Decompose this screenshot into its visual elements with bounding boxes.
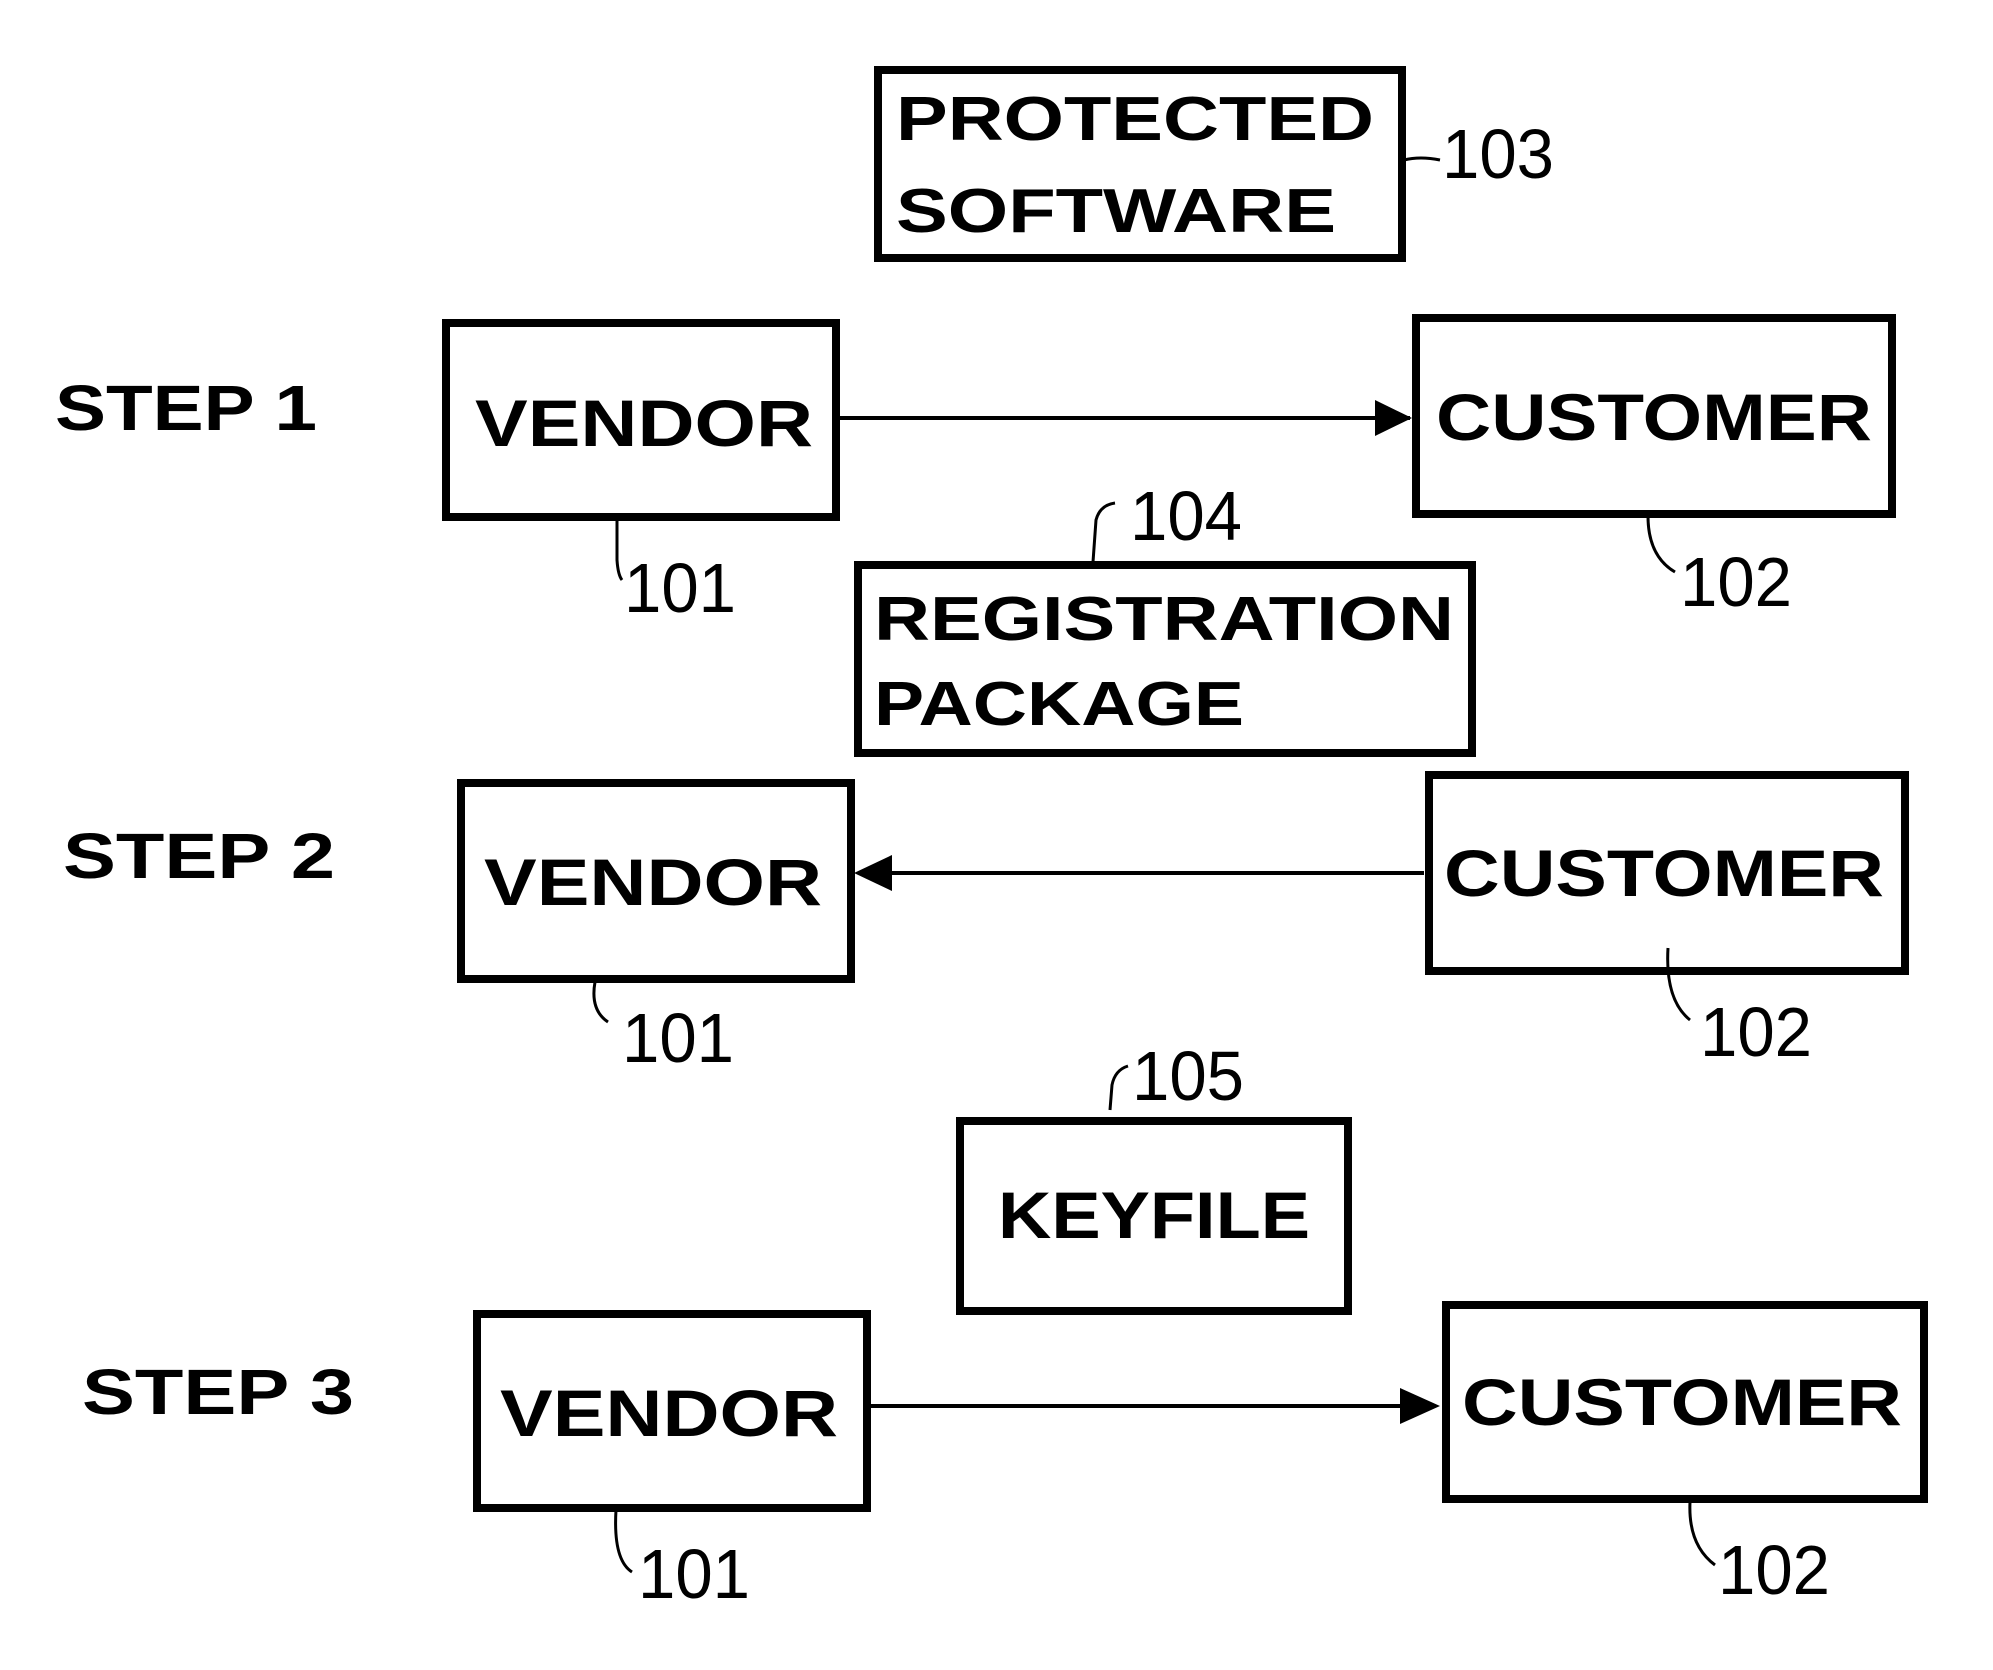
ref-101-label: 101 [624, 549, 736, 627]
protected-software-node: PROTECTED SOFTWARE 103 [874, 66, 1554, 262]
step-2: STEP 2 VENDOR 101 CUSTOMER 102 [63, 771, 1909, 1077]
ref-102-leader [1688, 1501, 1716, 1567]
vendor-label: VENDOR [475, 386, 813, 460]
arrowhead-icon [1375, 400, 1412, 436]
ref-102-label: 102 [1718, 1531, 1830, 1609]
keyfile-label: KEYFILE [998, 1178, 1310, 1252]
ref-103-label: 103 [1442, 115, 1554, 193]
step-1-label: STEP 1 [55, 372, 317, 444]
ref-104-leader [1091, 501, 1116, 563]
customer-label: CUSTOMER [1444, 836, 1884, 910]
diagram-svg: PROTECTED SOFTWARE 103 STEP 1 VENDOR 101… [55, 66, 1928, 1613]
ref-105-leader [1108, 1064, 1129, 1111]
vendor-label: VENDOR [484, 845, 822, 919]
diagram-canvas: PROTECTED SOFTWARE 103 STEP 1 VENDOR 101… [0, 0, 1993, 1670]
ref-101-leader [614, 1509, 633, 1574]
arrowhead-icon [1400, 1388, 1440, 1424]
step-3-label: STEP 3 [82, 1356, 354, 1428]
ref-101-label: 101 [638, 1535, 750, 1613]
ref-105-label: 105 [1132, 1037, 1244, 1115]
step-2-label: STEP 2 [63, 820, 335, 892]
step-3: STEP 3 VENDOR 101 CUSTOMER 102 [82, 1301, 1928, 1613]
ref-104-label: 104 [1130, 477, 1242, 555]
vendor-label: VENDOR [500, 1376, 838, 1450]
registration-package-node: REGISTRATION PACKAGE 104 [854, 477, 1476, 757]
ref-102-leader [1646, 515, 1676, 574]
arrowhead-icon [854, 855, 892, 891]
ref-101-leader [592, 981, 609, 1024]
ref-103-leader [1403, 156, 1441, 162]
registration-package-line2: PACKAGE [874, 670, 1244, 739]
customer-label: CUSTOMER [1462, 1365, 1902, 1439]
ref-102-label: 102 [1700, 993, 1812, 1071]
protected-software-line2: SOFTWARE [896, 177, 1336, 246]
ref-101-leader [615, 519, 624, 581]
ref-101-label: 101 [622, 999, 734, 1077]
protected-software-line1: PROTECTED [896, 85, 1374, 154]
keyfile-node: KEYFILE 105 [956, 1037, 1352, 1315]
registration-package-line1: REGISTRATION [874, 585, 1454, 654]
customer-label: CUSTOMER [1436, 380, 1872, 454]
ref-102-label: 102 [1680, 543, 1792, 621]
